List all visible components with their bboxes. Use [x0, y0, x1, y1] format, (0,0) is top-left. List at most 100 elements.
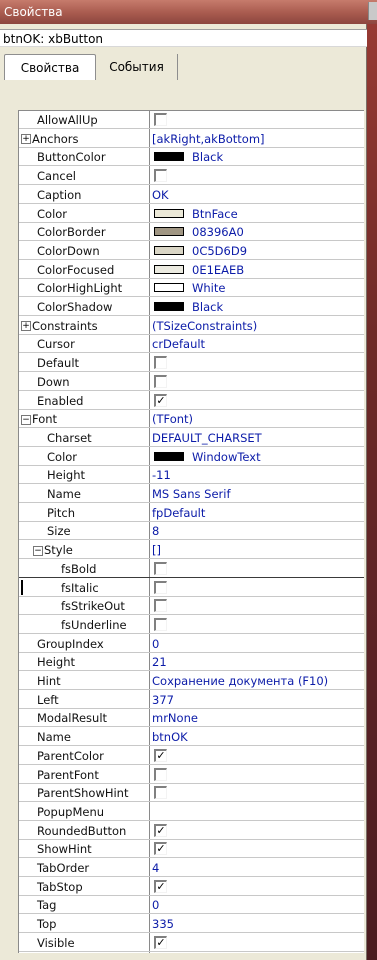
property-value[interactable]: 0 [152, 635, 364, 652]
property-row[interactable]: AllowAllUp [19, 111, 364, 129]
tab-events[interactable]: События [96, 54, 178, 80]
property-row[interactable]: ColorShadow Black [19, 298, 364, 316]
property-row[interactable]: Visible ✓ [19, 934, 364, 952]
property-row[interactable]: Name MS Sans Serif [19, 485, 364, 503]
property-value[interactable] [152, 803, 364, 820]
property-value[interactable] [152, 560, 364, 577]
property-value[interactable]: ✓ [152, 747, 364, 764]
property-value[interactable]: crDefault [152, 335, 364, 352]
property-row[interactable]: PopupMenu [19, 803, 364, 821]
checkbox-unchecked-icon[interactable] [154, 374, 167, 388]
property-value[interactable]: DEFAULT_CHARSET [152, 429, 364, 446]
property-value[interactable] [152, 616, 364, 633]
checkbox-unchecked-icon[interactable] [154, 356, 167, 370]
property-row[interactable]: Charset DEFAULT_CHARSET [19, 429, 364, 447]
property-value[interactable]: 4 [152, 859, 364, 876]
property-value[interactable]: 0E1EAEB [152, 261, 364, 278]
property-value[interactable] [152, 766, 364, 783]
property-row[interactable]: Left 377 [19, 691, 364, 709]
property-value[interactable]: -11 [152, 466, 364, 483]
property-row[interactable]: Caption OK [19, 186, 364, 204]
checkbox-checked-icon[interactable]: ✓ [154, 823, 167, 837]
property-row[interactable]: fsItalic [19, 579, 364, 597]
property-value[interactable]: WindowText [152, 448, 364, 465]
property-value[interactable]: Сохранение документа (F10) [152, 672, 364, 689]
property-row[interactable]: Color BtnFace [19, 205, 364, 223]
property-row[interactable]: ButtonColor Black [19, 148, 364, 167]
checkbox-unchecked-icon[interactable] [154, 599, 167, 613]
property-value[interactable] [152, 354, 364, 371]
property-value[interactable]: 21 [152, 653, 364, 670]
property-row[interactable]: Hint Сохранение документа (F10) [19, 672, 364, 690]
property-row[interactable]: Cursor crDefault [19, 335, 364, 354]
property-value[interactable]: ✓ [152, 822, 364, 839]
property-row[interactable]: Size 8 [19, 522, 364, 541]
property-row[interactable]: fsStrikeOut [19, 597, 364, 616]
property-value[interactable]: OK [152, 186, 364, 203]
property-value[interactable] [152, 373, 364, 390]
property-value[interactable]: ✓ [152, 934, 364, 951]
property-value[interactable]: [akRight,akBottom] [152, 130, 364, 147]
property-row[interactable]: − Font (TFont) [19, 410, 364, 429]
property-value[interactable]: MS Sans Serif [152, 485, 364, 502]
checkbox-unchecked-icon[interactable] [154, 580, 167, 594]
property-value[interactable]: ✓ [152, 392, 364, 409]
property-row[interactable]: Height -11 [19, 466, 364, 485]
property-value[interactable]: btnOK [152, 728, 364, 745]
property-row[interactable]: ModalResult mrNone [19, 709, 364, 728]
property-value[interactable]: BtnFace [152, 205, 364, 222]
property-row[interactable]: Enabled ✓ [19, 392, 364, 410]
property-row[interactable]: ColorDown 0C5D6D9 [19, 242, 364, 260]
property-value[interactable]: 0C5D6D9 [152, 242, 364, 259]
property-value[interactable]: (TSizeConstraints) [152, 317, 364, 334]
property-value[interactable]: Black [152, 148, 364, 165]
property-value[interactable]: fpDefault [152, 504, 364, 521]
property-value[interactable]: 08396A0 [152, 223, 364, 240]
property-row[interactable]: − Style[] [19, 541, 364, 560]
property-row[interactable]: Down [19, 373, 364, 391]
property-value[interactable]: 8 [152, 522, 364, 539]
property-row[interactable]: ParentShowHint [19, 784, 364, 803]
checkbox-unchecked-icon[interactable] [154, 561, 167, 575]
checkbox-checked-icon[interactable]: ✓ [154, 842, 167, 856]
property-value[interactable]: White [152, 279, 364, 296]
property-value[interactable]: 0 [152, 896, 364, 913]
close-icon[interactable] [368, 2, 377, 20]
property-value[interactable]: 377 [152, 691, 364, 708]
expand-icon[interactable]: + [21, 321, 31, 332]
property-row[interactable]: ShowHint ✓ [19, 840, 364, 859]
property-row[interactable]: Pitch fpDefault [19, 504, 364, 522]
property-value[interactable]: mrNone [152, 709, 364, 726]
checkbox-unchecked-icon[interactable] [154, 113, 167, 126]
property-value[interactable] [152, 597, 364, 614]
property-row[interactable]: RoundedButton ✓ [19, 822, 364, 840]
property-row[interactable]: + Constraints (TSizeConstraints) [19, 317, 364, 335]
checkbox-unchecked-icon[interactable] [154, 617, 167, 631]
tab-properties[interactable]: Свойства [4, 54, 96, 80]
collapse-icon[interactable]: − [21, 414, 31, 425]
checkbox-checked-icon[interactable]: ✓ [154, 879, 167, 893]
property-value[interactable]: 335 [152, 915, 364, 932]
property-row[interactable]: Name btnOK [19, 728, 364, 747]
property-row[interactable]: Width75 [19, 953, 364, 954]
property-row[interactable]: TabOrder 4 [19, 859, 364, 877]
property-row[interactable]: ColorFocused 0E1EAEB [19, 261, 364, 279]
property-row[interactable]: fsBold [19, 560, 364, 578]
checkbox-checked-icon[interactable]: ✓ [154, 393, 167, 407]
property-row[interactable]: Height 21 [19, 653, 364, 672]
property-row[interactable]: TabStop ✓ [19, 878, 364, 896]
property-value[interactable]: (TFont) [152, 410, 364, 427]
window-titlebar[interactable]: Свойства [0, 0, 377, 24]
property-row[interactable]: GroupIndex 0 [19, 635, 364, 653]
object-selector[interactable]: btnOK: xbButton [0, 29, 367, 47]
property-value[interactable]: ✓ [152, 878, 364, 895]
property-row[interactable]: Top 335 [19, 915, 364, 934]
property-value[interactable] [152, 784, 364, 801]
property-row[interactable]: + Anchors [akRight,akBottom] [19, 130, 364, 148]
property-row[interactable]: ParentColor ✓ [19, 747, 364, 765]
checkbox-unchecked-icon[interactable] [154, 786, 167, 800]
checkbox-unchecked-icon[interactable] [154, 169, 167, 183]
expand-icon[interactable]: + [21, 134, 31, 145]
property-row[interactable]: Color WindowText [19, 448, 364, 466]
property-row[interactable]: ParentFont [19, 766, 364, 784]
